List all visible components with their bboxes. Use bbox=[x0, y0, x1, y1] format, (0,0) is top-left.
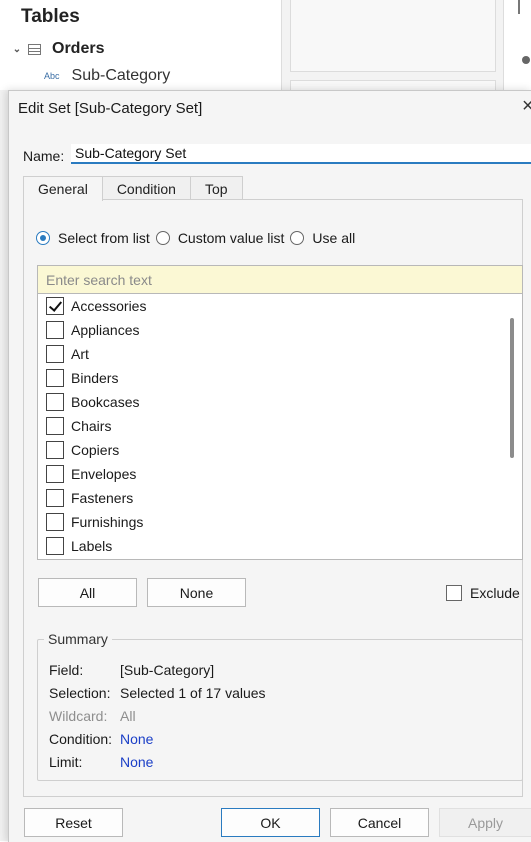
summary-row-condition: Condition: None bbox=[49, 731, 153, 747]
list-item[interactable]: Chairs bbox=[46, 414, 111, 438]
summary-row-wildcard: Wildcard: All bbox=[49, 708, 136, 724]
list-item-label: Appliances bbox=[71, 322, 140, 338]
summary-key: Condition: bbox=[49, 731, 113, 747]
reset-button[interactable]: Reset bbox=[24, 808, 123, 837]
shelf-card bbox=[290, 0, 496, 72]
summary-title: Summary bbox=[44, 631, 112, 647]
radio-use-all[interactable]: Use all bbox=[290, 230, 355, 246]
list-item[interactable]: Accessories bbox=[46, 294, 146, 318]
list-item-label: Fasteners bbox=[71, 490, 134, 506]
summary-row-field: Field: [Sub-Category] bbox=[49, 662, 214, 678]
selection-mode-group: Select from list Custom value list Use a… bbox=[36, 230, 361, 246]
list-item[interactable]: Furnishings bbox=[46, 510, 143, 534]
summary-key: Selection: bbox=[49, 685, 111, 701]
chevron-down-icon[interactable]: ⌄ bbox=[10, 44, 24, 55]
list-item-label: Furnishings bbox=[71, 514, 144, 530]
list-item-label: Accessories bbox=[71, 298, 147, 314]
limit-link[interactable]: None bbox=[120, 754, 153, 770]
list-item-label: Bookcases bbox=[71, 394, 140, 410]
radio-unselected-icon[interactable] bbox=[290, 231, 305, 245]
dialog-title: Edit Set [Sub-Category Set] bbox=[18, 100, 203, 117]
list-scrollbar[interactable] bbox=[510, 318, 514, 458]
orders-table-item[interactable]: ⌄ Orders bbox=[10, 38, 105, 60]
checkbox-icon[interactable] bbox=[46, 513, 64, 531]
field-label: Sub-Category bbox=[71, 67, 171, 84]
select-none-button[interactable]: None bbox=[147, 578, 246, 607]
table-icon bbox=[28, 43, 41, 55]
select-all-button[interactable]: All bbox=[38, 578, 137, 607]
checkbox-checked-icon[interactable] bbox=[46, 297, 64, 315]
radio-label: Select from list bbox=[58, 230, 150, 246]
radio-label: Use all bbox=[312, 230, 356, 246]
summary-value: Selected 1 of 17 values bbox=[120, 685, 266, 701]
checkbox-icon[interactable] bbox=[46, 321, 64, 339]
list-item[interactable]: Labels bbox=[46, 534, 112, 558]
summary-value: [Sub-Category] bbox=[120, 662, 215, 678]
list-item-label: Art bbox=[71, 346, 89, 362]
name-label: Name: bbox=[23, 148, 65, 164]
bullet-icon bbox=[522, 56, 530, 64]
radio-select-from-list[interactable]: Select from list bbox=[36, 230, 150, 246]
radio-selected-icon[interactable] bbox=[36, 231, 50, 245]
checkbox-icon[interactable] bbox=[46, 537, 64, 555]
radio-unselected-icon[interactable] bbox=[155, 231, 170, 245]
list-item-label: Labels bbox=[71, 538, 113, 554]
list-item[interactable]: Copiers bbox=[46, 438, 119, 462]
cancel-button[interactable]: Cancel bbox=[330, 808, 429, 837]
data-pane: Tables ⌄ Orders Abc Sub-Category bbox=[0, 0, 281, 90]
list-item-label: Binders bbox=[71, 370, 119, 386]
summary-value: All bbox=[120, 708, 136, 724]
list-item[interactable]: Art bbox=[46, 342, 89, 366]
checkbox-icon[interactable] bbox=[46, 393, 64, 411]
checkbox-icon[interactable] bbox=[46, 489, 64, 507]
set-name-field[interactable] bbox=[71, 144, 531, 164]
tab-top[interactable]: Top bbox=[189, 176, 243, 200]
list-item-label: Chairs bbox=[71, 418, 112, 434]
condition-link[interactable]: None bbox=[120, 731, 153, 747]
right-pane bbox=[503, 0, 531, 90]
checkbox-icon[interactable] bbox=[46, 369, 64, 387]
checkbox-icon[interactable] bbox=[46, 441, 64, 459]
tables-heading: Tables bbox=[21, 6, 80, 27]
list-item[interactable]: Fasteners bbox=[46, 486, 133, 510]
values-list[interactable]: Accessories Appliances Art Binders Bookc… bbox=[37, 294, 523, 560]
checkbox-icon[interactable] bbox=[46, 465, 64, 483]
sub-category-field[interactable]: Abc Sub-Category bbox=[44, 67, 170, 85]
summary-row-selection: Selection: Selected 1 of 17 values bbox=[49, 685, 266, 701]
close-icon[interactable]: × bbox=[522, 95, 531, 118]
list-item-label: Envelopes bbox=[71, 466, 137, 482]
string-type-icon: Abc bbox=[44, 71, 60, 81]
radio-custom-value-list[interactable]: Custom value list bbox=[155, 230, 285, 246]
list-item[interactable]: Bookcases bbox=[46, 390, 139, 414]
summary-key: Limit: bbox=[49, 754, 83, 770]
tab-condition[interactable]: Condition bbox=[101, 176, 191, 200]
exclude-checkbox[interactable]: Exclude bbox=[446, 585, 520, 601]
checkbox-icon[interactable] bbox=[446, 585, 462, 601]
apply-button[interactable]: Apply bbox=[439, 808, 531, 837]
ok-button[interactable]: OK bbox=[221, 808, 320, 837]
marker-icon bbox=[518, 0, 520, 14]
list-item[interactable]: Binders bbox=[46, 366, 118, 390]
search-input[interactable] bbox=[37, 265, 523, 294]
list-item-label: Copiers bbox=[71, 442, 120, 458]
checkbox-icon[interactable] bbox=[46, 417, 64, 435]
orders-label: Orders bbox=[52, 40, 105, 57]
list-item[interactable]: Appliances bbox=[46, 318, 140, 342]
radio-label: Custom value list bbox=[177, 230, 285, 246]
exclude-label: Exclude bbox=[470, 585, 520, 601]
summary-key: Wildcard: bbox=[49, 708, 108, 724]
list-item[interactable]: Envelopes bbox=[46, 462, 136, 486]
tab-general[interactable]: General bbox=[23, 176, 103, 201]
checkbox-icon[interactable] bbox=[46, 345, 64, 363]
tab-bar: General Condition Top bbox=[23, 176, 243, 201]
summary-row-limit: Limit: None bbox=[49, 754, 153, 770]
edit-set-dialog: Edit Set [Sub-Category Set] × Name: Gene… bbox=[8, 90, 531, 842]
summary-key: Field: bbox=[49, 662, 84, 678]
